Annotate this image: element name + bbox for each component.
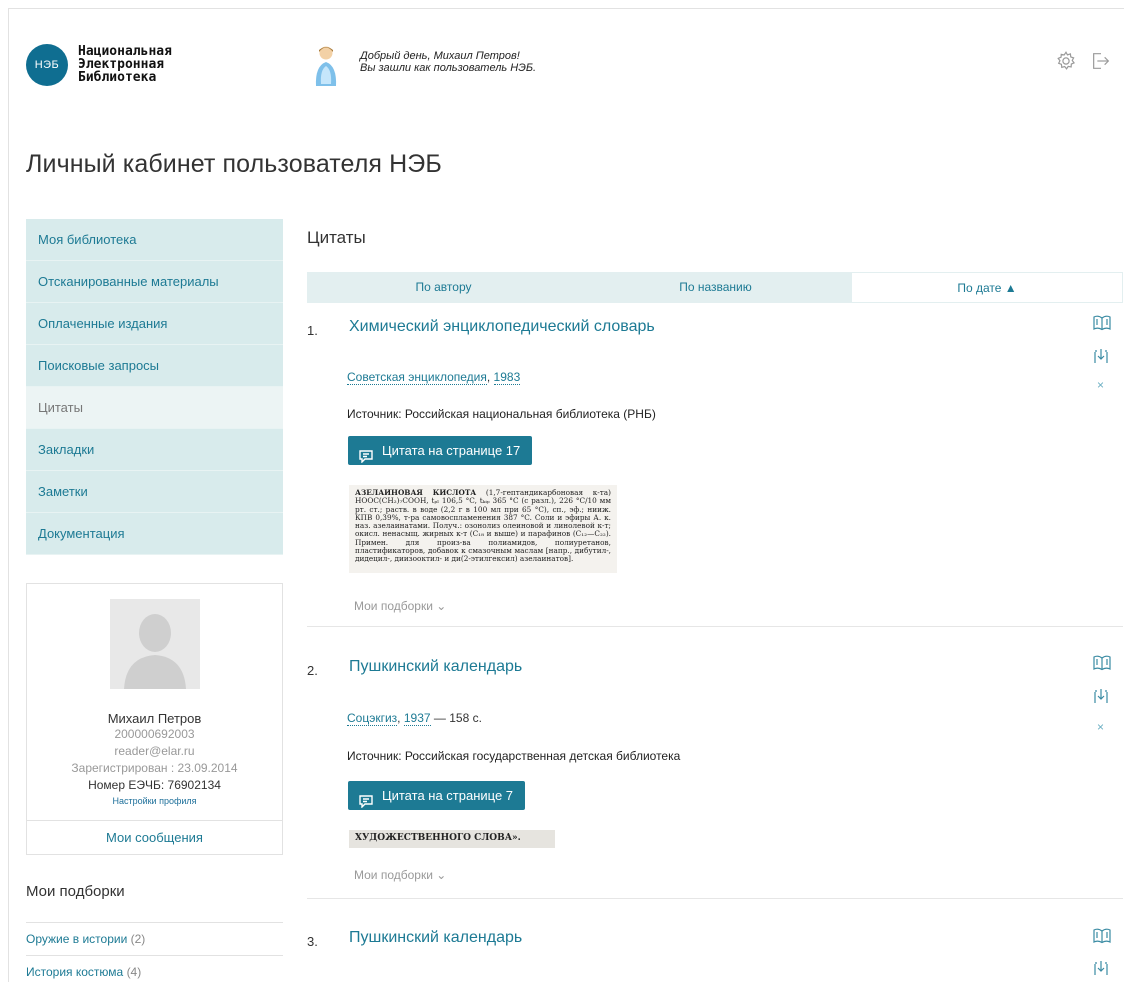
entry-title[interactable]: Химический энциклопедический словарь bbox=[349, 318, 655, 336]
sidebar-item-docs[interactable]: Документация bbox=[26, 513, 283, 555]
read-book-icon[interactable] bbox=[1093, 315, 1111, 331]
collection-item[interactable]: История костюма (4) bbox=[26, 955, 283, 982]
download-icon[interactable] bbox=[1093, 688, 1109, 704]
collections-title: Мои подборки bbox=[26, 883, 125, 900]
entry-divider bbox=[307, 898, 1123, 899]
my-collections-dropdown[interactable]: Мои подборки ⌄ bbox=[354, 868, 446, 882]
profile-name: Михаил Петров bbox=[107, 711, 202, 726]
entry-source: Источник: Российская государственная дет… bbox=[347, 749, 681, 763]
gear-icon[interactable] bbox=[1055, 50, 1079, 74]
chevron-down-icon: ⌄ bbox=[436, 599, 447, 613]
download-icon[interactable] bbox=[1093, 348, 1109, 364]
sidebar-item-scanned[interactable]: Отсканированные материалы bbox=[26, 261, 283, 303]
profile-card-number: Номер ЕЭЧБ: 76902134 bbox=[88, 778, 221, 792]
remove-quote-icon[interactable]: × bbox=[1097, 720, 1104, 734]
quote-scan-image[interactable]: ХУДОЖЕСТВЕННОГО СЛОВА». bbox=[349, 830, 555, 848]
quote-page-button[interactable]: Цитата на странице 17 bbox=[348, 436, 533, 465]
entry-number: 1. bbox=[307, 323, 318, 338]
my-collections-label: Мои подборки bbox=[354, 599, 433, 613]
quote-entry: 2. Пушкинский календарь Соцэкгиз, 1937 —… bbox=[307, 655, 1123, 883]
remove-quote-icon[interactable]: × bbox=[1097, 378, 1104, 392]
speech-bubble-icon bbox=[359, 444, 373, 464]
quote-page-label: Цитата на странице 17 bbox=[382, 443, 521, 458]
read-book-icon[interactable] bbox=[1093, 655, 1111, 671]
quote-page-button[interactable]: Цитата на странице 7 bbox=[348, 781, 526, 810]
my-collections-dropdown[interactable]: Мои подборки ⌄ bbox=[354, 599, 446, 613]
profile-settings-link[interactable]: Настройки профиля bbox=[27, 796, 282, 806]
download-icon[interactable] bbox=[1093, 960, 1109, 976]
sort-bar: По автору По названию По дате ▲ bbox=[307, 272, 1123, 303]
sidebar-item-my-library[interactable]: Моя библиотека bbox=[26, 219, 283, 261]
publisher-link[interactable]: Советская энциклопедия bbox=[347, 370, 487, 385]
year-link[interactable]: 1937 bbox=[403, 711, 431, 726]
quote-entry: 1. Химический энциклопедический словарь … bbox=[307, 315, 1123, 613]
chevron-down-icon: ⌄ bbox=[436, 868, 447, 882]
collection-label: История костюма bbox=[26, 965, 124, 979]
entry-title[interactable]: Пушкинский календарь bbox=[349, 658, 522, 676]
sidebar-item-quotes[interactable]: Цитаты bbox=[26, 387, 283, 429]
greeting-line-1: Добрый день, Михаил Петров! bbox=[360, 50, 520, 62]
profile-registered: Зарегистрирован : 23.09.2014 bbox=[71, 761, 238, 775]
greeting-line-2: Вы зашли как пользователь НЭБ. bbox=[360, 62, 537, 74]
year-link[interactable]: 1983 bbox=[493, 370, 521, 385]
logo-abbr: НЭБ bbox=[34, 59, 60, 71]
profile-email: reader@elar.ru bbox=[114, 744, 195, 758]
logo-badge[interactable]: НЭБ bbox=[26, 44, 68, 86]
quote-scan-image[interactable]: АЗЕЛАИНОВАЯ КИСЛОТА (1,7-гептандикарбоно… bbox=[349, 485, 617, 573]
sidebar-item-notes[interactable]: Заметки bbox=[26, 471, 283, 513]
speech-bubble-icon bbox=[359, 789, 373, 809]
collection-count: (4) bbox=[126, 965, 142, 979]
user-avatar-icon bbox=[312, 44, 340, 90]
sort-by-author[interactable]: По автору bbox=[307, 272, 580, 303]
entry-number: 3. bbox=[307, 934, 318, 949]
publisher-link[interactable]: Соцэкгиз bbox=[347, 711, 398, 726]
greeting: Добрый день, Михаил Петров! Вы зашли как… bbox=[360, 50, 536, 74]
read-book-icon[interactable] bbox=[1093, 928, 1111, 944]
avatar bbox=[109, 599, 200, 689]
entry-publication: Советская энциклопедия, 1983 bbox=[347, 370, 521, 385]
sort-by-date[interactable]: По дате ▲ bbox=[851, 272, 1123, 303]
logo-text[interactable]: Национальная Электронная Библиотека bbox=[78, 45, 172, 84]
entry-divider bbox=[307, 626, 1123, 627]
my-messages-link[interactable]: Мои сообщения bbox=[27, 820, 282, 854]
scan-heading: ХУДОЖЕСТВЕННОГО СЛОВА». bbox=[355, 833, 521, 843]
my-collections-label: Мои подборки bbox=[354, 868, 433, 882]
entry-title[interactable]: Пушкинский календарь bbox=[349, 929, 522, 947]
sort-by-title[interactable]: По названию bbox=[580, 272, 851, 303]
logo-line: Библиотека bbox=[78, 70, 157, 85]
sidebar-nav: Моя библиотека Отсканированные материалы… bbox=[26, 219, 283, 555]
profile-id: 200000692003 bbox=[114, 727, 195, 741]
quote-page-label: Цитата на странице 7 bbox=[382, 788, 514, 803]
profile-card: Михаил Петров 200000692003 reader@elar.r… bbox=[26, 583, 283, 855]
section-title: Цитаты bbox=[307, 228, 366, 247]
quote-entry: 3. Пушкинский календарь bbox=[307, 928, 1123, 982]
collection-count: (2) bbox=[130, 932, 146, 946]
entry-publication: Соцэкгиз, 1937 — 158 с. bbox=[347, 711, 482, 726]
logout-icon[interactable] bbox=[1090, 50, 1114, 74]
page-title: Личный кабинет пользователя НЭБ bbox=[26, 150, 442, 178]
sidebar-item-bookmarks[interactable]: Закладки bbox=[26, 429, 283, 471]
sidebar-item-searches[interactable]: Поисковые запросы bbox=[26, 345, 283, 387]
entry-source: Источник: Российская национальная библио… bbox=[347, 407, 656, 421]
collection-item[interactable]: Оружие в истории (2) bbox=[26, 922, 283, 954]
entry-extra: — 158 с. bbox=[430, 711, 482, 725]
collection-label: Оружие в истории bbox=[26, 932, 128, 946]
sidebar-item-paid[interactable]: Оплаченные издания bbox=[26, 303, 283, 345]
scan-text: (1,7-гептандикарбоновая к-та) HOOC(CH₂)₇… bbox=[355, 488, 611, 564]
entry-number: 2. bbox=[307, 663, 318, 678]
